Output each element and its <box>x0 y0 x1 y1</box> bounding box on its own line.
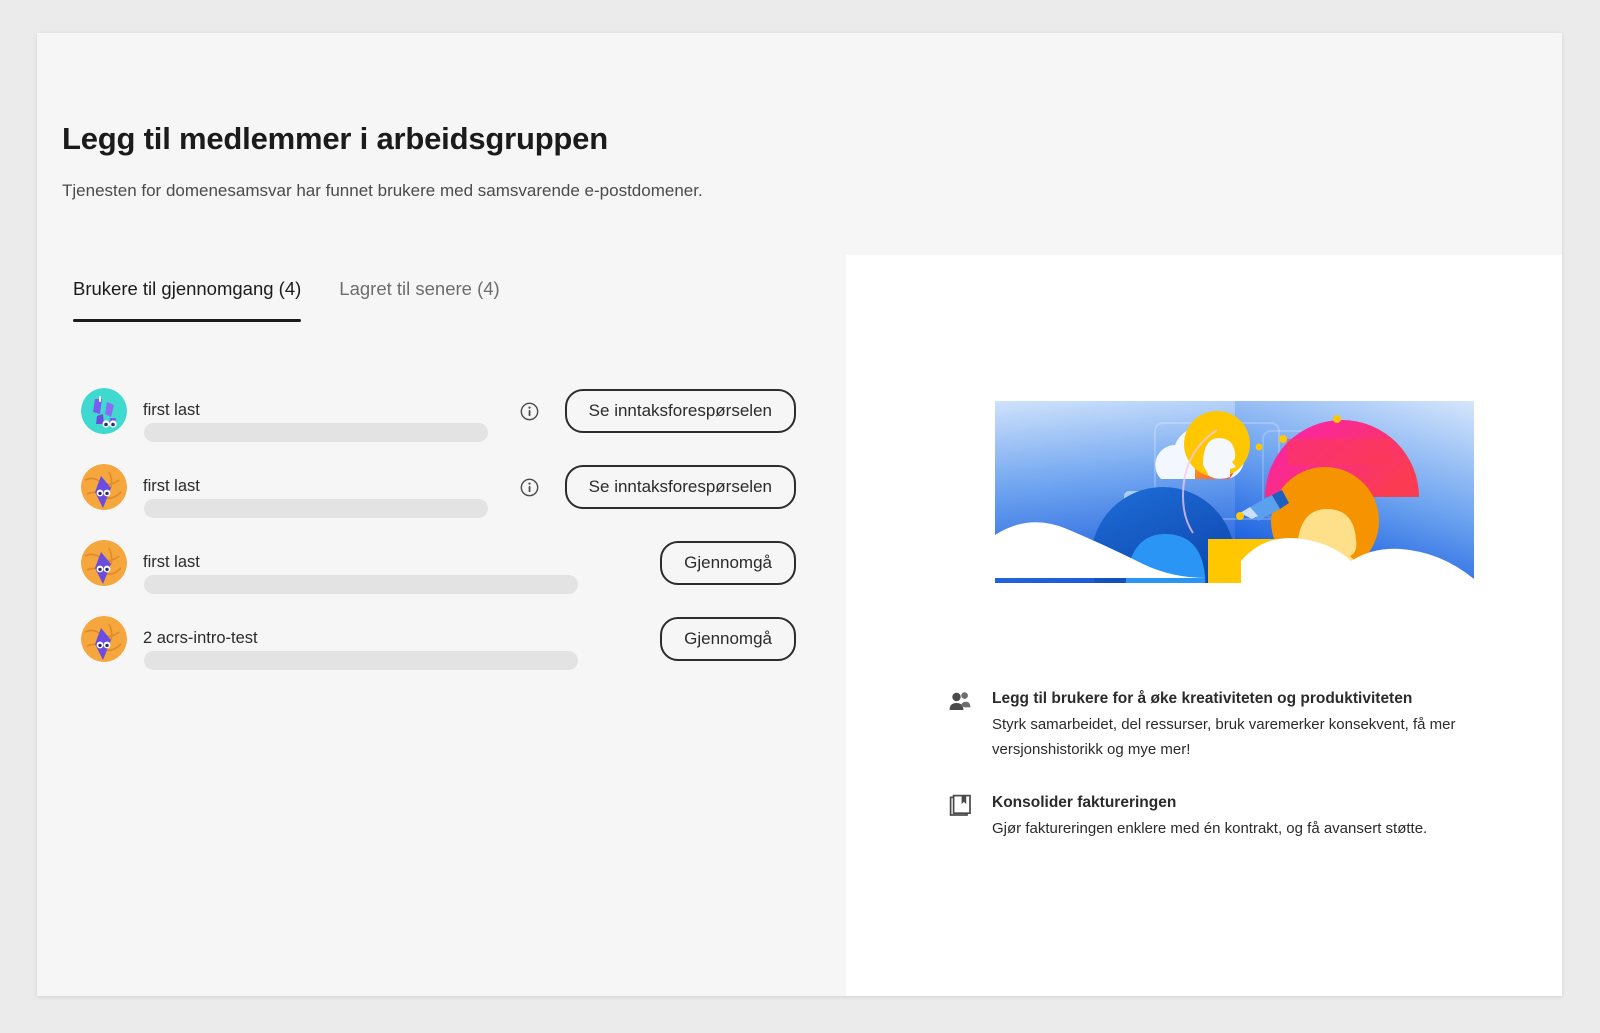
user-name: 2 acrs-intro-test <box>143 628 258 647</box>
avatar-orange-purple-icon <box>81 540 127 586</box>
user-identity: first last <box>143 552 578 594</box>
tab-saved-for-later[interactable]: Lagret til senere (4) <box>339 278 499 322</box>
users-silhouette-icon <box>948 690 972 714</box>
benefit-add-users: Legg til brukere for å øke kreativiteten… <box>948 688 1508 762</box>
redacted-email-bar <box>144 498 488 518</box>
benefit-description: Gjør faktureringen enklere med én kontra… <box>992 820 1428 837</box>
add-members-modal: Legg til medlemmer i arbeidsgruppen Tjen… <box>37 33 1562 996</box>
row-actions: Se inntaksforespørselen <box>520 389 796 433</box>
row-actions: Se inntaksforespørselen <box>520 465 796 509</box>
benefit-title: Konsolider faktureringen <box>992 794 1177 811</box>
benefit-description: Styrk samarbeidet, del ressurser, bruk v… <box>992 716 1456 758</box>
benefits-list: Legg til brukere for å øke kreativiteten… <box>948 688 1508 871</box>
list-item: 2 acrs-intro-test Gjennomgå <box>37 601 846 677</box>
avatar-teal-purple-icon <box>81 388 127 434</box>
redacted-email-bar <box>144 422 488 442</box>
book-icon <box>948 794 972 818</box>
redacted-email-bar <box>144 574 578 594</box>
review-button[interactable]: Gjennomgå <box>660 617 796 661</box>
review-button[interactable]: Gjennomgå <box>660 541 796 585</box>
avatar-orange-purple-icon <box>81 616 127 662</box>
info-circle-icon[interactable] <box>520 478 539 497</box>
collaboration-hero-illustration <box>995 401 1474 588</box>
user-identity: first last <box>143 400 488 442</box>
user-name: first last <box>143 476 200 495</box>
tab-bar: Brukere til gjennomgang (4) Lagret til s… <box>73 278 500 322</box>
promo-pane: Legg til brukere for å øke kreativiteten… <box>846 255 1562 996</box>
row-actions: Gjennomgå <box>660 541 796 585</box>
benefit-consolidate-billing: Konsolider faktureringen Gjør fakturerin… <box>948 792 1508 841</box>
view-intake-request-button[interactable]: Se inntaksforespørselen <box>564 389 796 433</box>
user-list: first last Se inntaksforespørselen first… <box>37 373 846 677</box>
left-pane: Legg til medlemmer i arbeidsgruppen Tjen… <box>37 33 846 996</box>
user-name: first last <box>143 552 200 571</box>
page-subtitle: Tjenesten for domenesamsvar har funnet b… <box>62 181 703 200</box>
user-name: first last <box>143 400 200 419</box>
row-actions: Gjennomgå <box>660 617 796 661</box>
user-identity: first last <box>143 476 488 518</box>
info-circle-icon[interactable] <box>520 402 539 421</box>
avatar-orange-purple-icon <box>81 464 127 510</box>
list-item: first last Se inntaksforespørselen <box>37 373 846 449</box>
redacted-email-bar <box>144 650 578 670</box>
view-intake-request-button[interactable]: Se inntaksforespørselen <box>564 465 796 509</box>
list-item: first last Se inntaksforespørselen <box>37 449 846 525</box>
list-item: first last Gjennomgå <box>37 525 846 601</box>
benefit-title: Legg til brukere for å øke kreativiteten… <box>992 690 1413 707</box>
tab-users-to-review[interactable]: Brukere til gjennomgang (4) <box>73 278 302 322</box>
user-identity: 2 acrs-intro-test <box>143 628 578 670</box>
page-title: Legg til medlemmer i arbeidsgruppen <box>62 121 608 156</box>
